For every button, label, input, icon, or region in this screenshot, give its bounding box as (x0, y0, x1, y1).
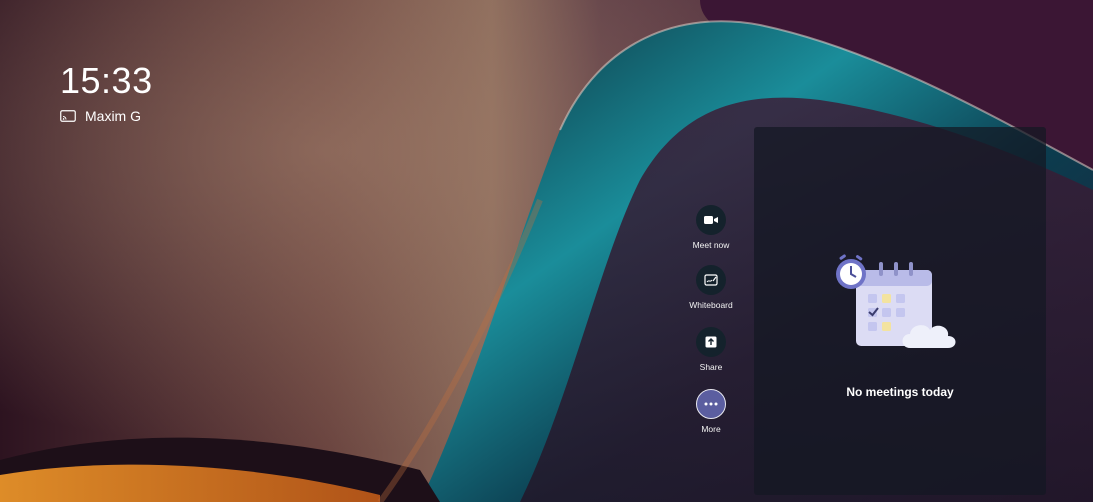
more-button[interactable]: More (676, 389, 746, 434)
meet-now-label: Meet now (692, 240, 730, 250)
share-label: Share (699, 362, 723, 372)
device-name-row: Maxim G (60, 108, 141, 124)
whiteboard-icon-button[interactable] (696, 265, 726, 295)
cast-icon (60, 110, 76, 122)
whiteboard-label: Whiteboard (689, 300, 733, 310)
meet-now-icon-button[interactable] (696, 205, 726, 235)
calendar-clock-cloud-illustration (836, 254, 956, 348)
whiteboard-icon (704, 274, 718, 286)
share-button[interactable]: Share (676, 327, 746, 372)
whiteboard-button[interactable]: Whiteboard (676, 265, 746, 310)
more-icon (704, 402, 718, 406)
more-icon-button[interactable] (696, 389, 726, 419)
share-icon (705, 336, 717, 348)
meetings-panel: No meetings today (754, 127, 1046, 495)
clock-time: 15:33 (60, 60, 153, 101)
share-icon-button[interactable] (696, 327, 726, 357)
device-name: Maxim G (85, 108, 141, 124)
meet-now-button[interactable]: Meet now (676, 205, 746, 250)
more-label: More (701, 424, 721, 434)
no-meetings-message: No meetings today (846, 385, 954, 399)
video-camera-icon (704, 216, 718, 224)
